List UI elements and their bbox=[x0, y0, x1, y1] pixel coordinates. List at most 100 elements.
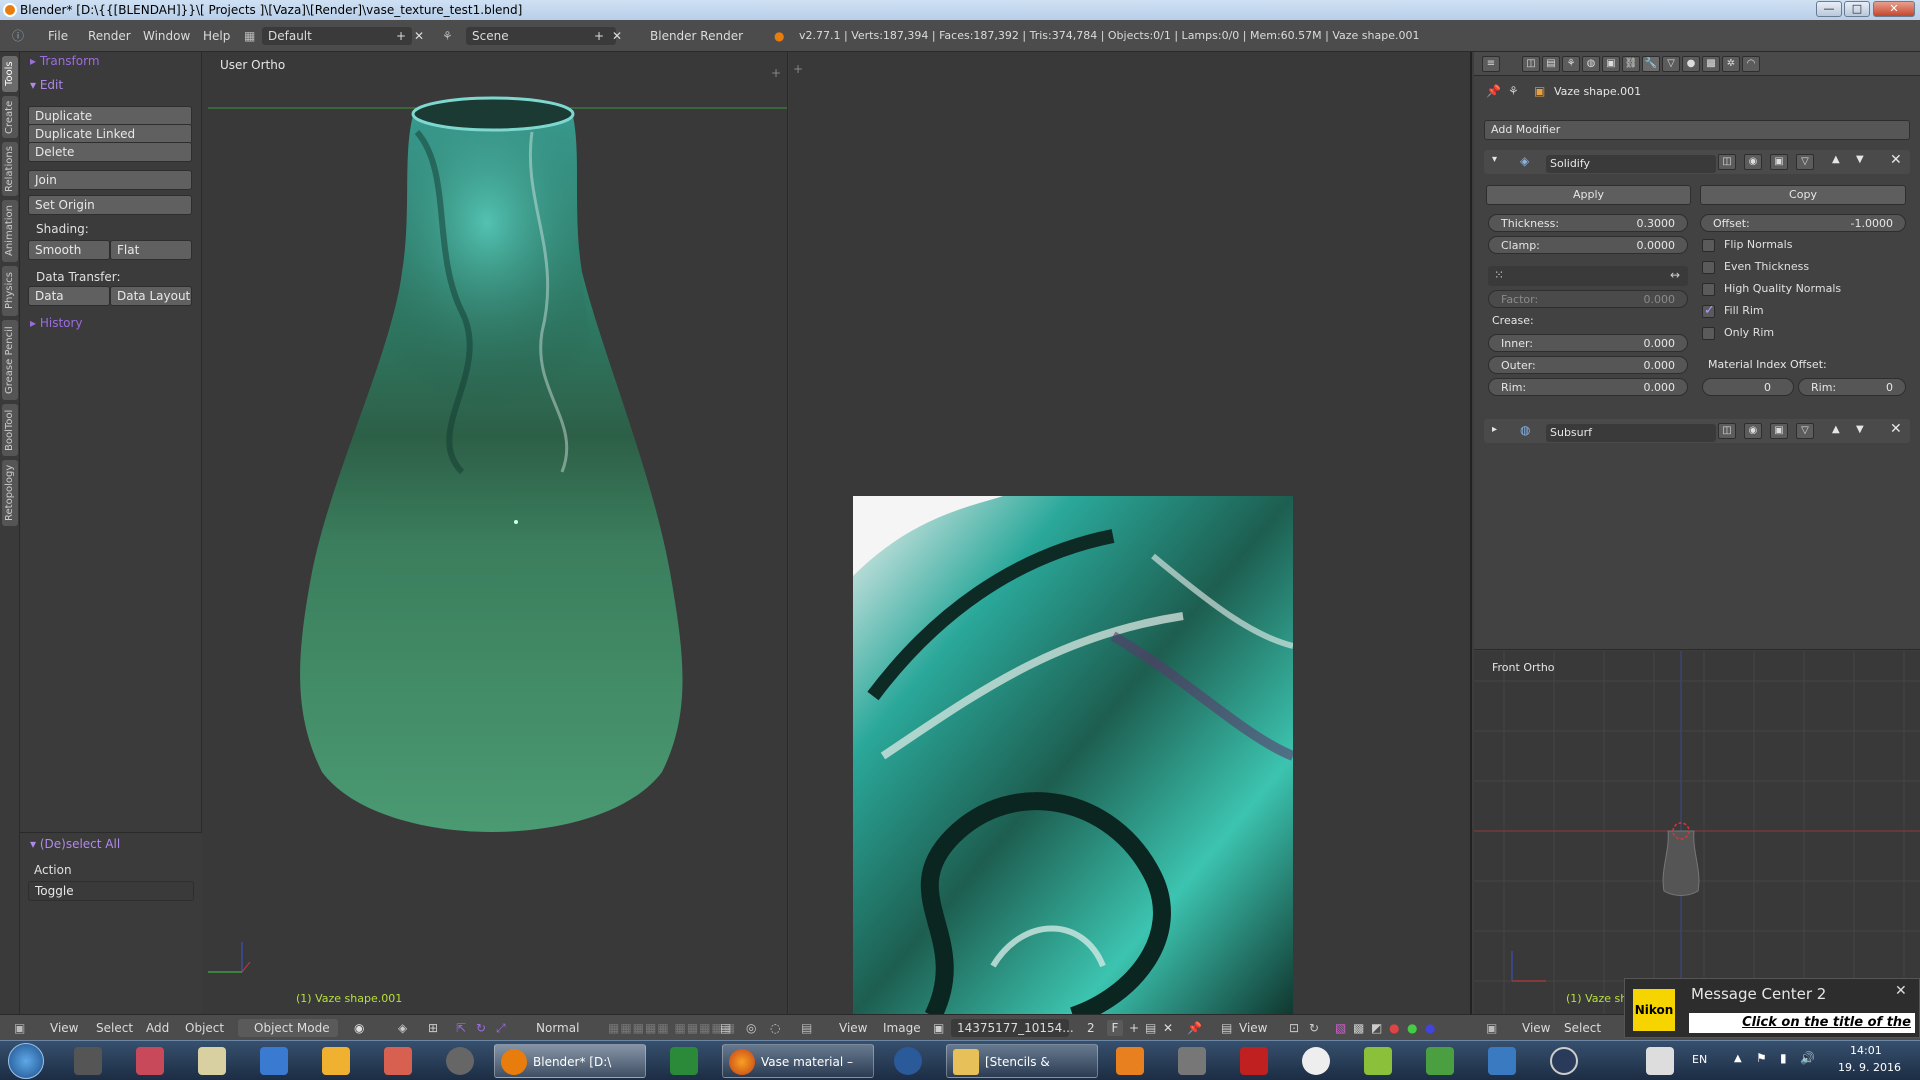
edit-panel-header[interactable]: ▾ Edit bbox=[30, 78, 63, 92]
image-menu[interactable]: Image bbox=[883, 1015, 921, 1041]
tab-booltool[interactable]: BoolTool bbox=[2, 404, 18, 456]
snap-icon[interactable]: ◌ bbox=[770, 1015, 780, 1041]
tab-animation[interactable]: Animation bbox=[2, 200, 18, 262]
set-origin-button[interactable]: Set Origin bbox=[28, 195, 192, 215]
solidify-render-toggle-icon[interactable]: ◫ bbox=[1718, 154, 1736, 170]
data-button[interactable]: Data bbox=[28, 286, 110, 306]
menu-render[interactable]: Render bbox=[88, 20, 131, 52]
tray-expand-icon[interactable]: ▲ bbox=[1734, 1053, 1742, 1064]
transform-panel-header[interactable]: ▸ Transform bbox=[30, 54, 100, 68]
solidify-remove-icon[interactable]: ✕ bbox=[1890, 152, 1902, 168]
pin-icon[interactable]: 📌 bbox=[1486, 84, 1501, 98]
start-button-icon[interactable] bbox=[8, 1043, 44, 1079]
taskbar-pen-icon[interactable] bbox=[384, 1047, 412, 1075]
action-selector[interactable]: Toggle bbox=[28, 881, 194, 901]
data-layout-button[interactable]: Data Layout bbox=[110, 286, 192, 306]
thickness-field[interactable]: Thickness: 0.3000 bbox=[1488, 214, 1688, 232]
image-view-selector[interactable]: View bbox=[1239, 1015, 1267, 1041]
editor-type-icon[interactable]: ▣ bbox=[14, 1015, 25, 1041]
scene-icon[interactable]: ⚘ bbox=[442, 20, 453, 52]
proportional-edit-icon[interactable]: ◎ bbox=[746, 1015, 756, 1041]
tray-flag-icon[interactable]: ⚑ bbox=[1756, 1051, 1767, 1065]
taskbar-filezilla-icon[interactable] bbox=[1240, 1047, 1268, 1075]
z-buffer-icon[interactable]: ◩ bbox=[1371, 1015, 1382, 1041]
taskbar-gallery-icon[interactable] bbox=[322, 1047, 350, 1075]
texture-image[interactable] bbox=[853, 496, 1293, 1016]
viewport-add-menu[interactable]: Add bbox=[146, 1015, 169, 1041]
taskbar-notepad-icon[interactable] bbox=[198, 1047, 226, 1075]
close-button[interactable]: ✕ bbox=[1873, 1, 1915, 17]
solidify-move-up-icon[interactable]: ▲ bbox=[1832, 154, 1840, 165]
translate-manipulator-icon[interactable]: ⇱ bbox=[456, 1015, 466, 1041]
viewport-select-menu[interactable]: Select bbox=[96, 1015, 133, 1041]
menu-help[interactable]: Help bbox=[203, 20, 230, 52]
delete-button[interactable]: Delete bbox=[28, 142, 192, 162]
tab-tools[interactable]: Tools bbox=[2, 56, 18, 92]
data-tab-icon[interactable]: ▽ bbox=[1662, 56, 1680, 72]
blue-channel-icon[interactable]: ● bbox=[1425, 1015, 1435, 1041]
image-users-count[interactable]: 2 bbox=[1087, 1015, 1095, 1041]
taskbar-inkscape-icon[interactable] bbox=[260, 1047, 288, 1075]
tray-volume-icon[interactable]: 🔊 bbox=[1800, 1051, 1815, 1065]
texture-tab-icon[interactable]: ▩ bbox=[1702, 56, 1720, 72]
fake-user-button[interactable]: F bbox=[1107, 1020, 1123, 1036]
join-button[interactable]: Join bbox=[28, 170, 192, 190]
taskbar-paint-icon[interactable] bbox=[136, 1047, 164, 1075]
factor-field[interactable]: Factor: 0.000 bbox=[1488, 290, 1688, 308]
material-rim-field[interactable]: Rim: 0 bbox=[1798, 378, 1906, 396]
high-quality-normals-checkbox[interactable] bbox=[1702, 283, 1715, 296]
image-view-menu[interactable]: View bbox=[839, 1015, 867, 1041]
taskbar-media-player-icon[interactable] bbox=[1116, 1047, 1144, 1075]
subsurf-move-up-icon[interactable]: ▲ bbox=[1832, 424, 1840, 435]
menu-window[interactable]: Window bbox=[143, 20, 190, 52]
render-layers-tab-icon[interactable]: ▤ bbox=[1542, 56, 1560, 72]
rim-crease-field[interactable]: Rim: 0.000 bbox=[1488, 378, 1688, 396]
taskbar-app-green-icon[interactable] bbox=[1364, 1047, 1392, 1075]
world-tab-icon[interactable]: ◍ bbox=[1582, 56, 1600, 72]
inner-crease-field[interactable]: Inner: 0.000 bbox=[1488, 334, 1688, 352]
render-engine-selector[interactable]: Blender Render bbox=[644, 27, 754, 45]
image-editor[interactable]: + bbox=[789, 52, 1472, 1022]
pin-image-icon[interactable]: 📌 bbox=[1187, 1015, 1202, 1041]
taskbar-substance-icon[interactable] bbox=[670, 1047, 698, 1075]
tab-retopology[interactable]: Retopology bbox=[2, 460, 18, 526]
material-tab-icon[interactable]: ● bbox=[1682, 56, 1700, 72]
tray-signal-icon[interactable]: ▮ bbox=[1780, 1051, 1787, 1065]
viewport-corner-icon[interactable]: + bbox=[771, 66, 781, 80]
taskbar-sphere-icon[interactable] bbox=[446, 1047, 474, 1075]
subsurf-move-down-icon[interactable]: ▼ bbox=[1856, 424, 1864, 435]
image-zoom-icon[interactable]: ⊡ bbox=[1289, 1015, 1299, 1041]
subsurf-render-toggle-icon[interactable]: ◫ bbox=[1718, 423, 1736, 439]
add-modifier-dropdown[interactable]: Add Modifier bbox=[1484, 120, 1910, 140]
taskbar-blender-button[interactable]: Blender* [D:\{{[BL... bbox=[494, 1044, 646, 1078]
taskbar-clock-icon[interactable] bbox=[1302, 1047, 1330, 1075]
manipulator-icon[interactable]: ⊞ bbox=[428, 1015, 438, 1041]
constraints-tab-icon[interactable]: ⛓ bbox=[1622, 56, 1640, 72]
pivot-point-icon[interactable]: ◈ bbox=[398, 1015, 407, 1041]
viewport-3d[interactable]: User Ortho (1) Vaze shape.001 + bbox=[202, 52, 788, 1022]
transform-orientation-selector[interactable]: Normal bbox=[536, 1015, 579, 1041]
even-thickness-checkbox[interactable] bbox=[1702, 261, 1715, 274]
offset-field[interactable]: Offset: -1.0000 bbox=[1700, 214, 1906, 232]
layer-lock-icon[interactable]: ▤ bbox=[720, 1015, 731, 1041]
open-image-icon[interactable]: ▤ bbox=[1145, 1015, 1156, 1041]
message-center-popup[interactable]: Nikon Message Center 2 ✕ Click on the ti… bbox=[1624, 978, 1920, 1038]
front-view-menu[interactable]: View bbox=[1522, 1015, 1550, 1041]
tab-relations[interactable]: Relations bbox=[2, 142, 18, 196]
only-rim-checkbox[interactable] bbox=[1702, 327, 1715, 340]
solidify-move-down-icon[interactable]: ▼ bbox=[1856, 154, 1864, 165]
alpha-channel-icon[interactable]: ▩ bbox=[1353, 1015, 1364, 1041]
taskbar-firefox-button[interactable]: Vase material – ze... bbox=[722, 1044, 874, 1078]
duplicate-linked-button[interactable]: Duplicate Linked bbox=[28, 124, 192, 144]
solidify-cage-toggle-icon[interactable]: ▽ bbox=[1796, 154, 1814, 170]
solidify-viewport-toggle-icon[interactable]: ◉ bbox=[1744, 154, 1762, 170]
material-offset-field[interactable]: 0 bbox=[1702, 378, 1794, 396]
menu-file[interactable]: File bbox=[48, 20, 68, 52]
subsurf-viewport-toggle-icon[interactable]: ◉ bbox=[1744, 423, 1762, 439]
flip-normals-checkbox[interactable] bbox=[1702, 239, 1715, 252]
solidify-editmode-toggle-icon[interactable]: ▣ bbox=[1770, 154, 1788, 170]
layout-selector[interactable]: Default bbox=[262, 27, 412, 45]
clock-date[interactable]: 19. 9. 2016 bbox=[1838, 1061, 1901, 1074]
taskbar-lock-icon[interactable] bbox=[1550, 1047, 1578, 1075]
subsurf-cage-toggle-icon[interactable]: ▽ bbox=[1796, 423, 1814, 439]
